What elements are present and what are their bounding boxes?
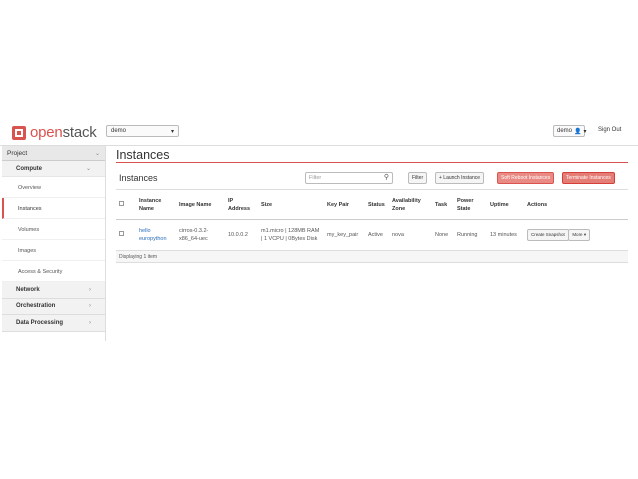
status-cell: Active (365, 219, 389, 251)
select-all-header (116, 189, 136, 220)
column-header[interactable]: IP Address (225, 189, 258, 220)
sidebar-compute-header[interactable]: Compute ⌄ (2, 161, 105, 177)
sidebar-section-label: Network (16, 286, 40, 293)
instance-name-link[interactable]: hello europython (139, 228, 167, 242)
sidebar-compute-label: Compute (16, 165, 42, 172)
openstack-logo[interactable]: openstack (12, 124, 97, 141)
filter-placeholder: Filter (309, 175, 322, 181)
sidebar-section-label: Data Processing (16, 319, 64, 326)
size-cell: m1.micro | 128MB RAM | 1 VCPU | 0Bytes D… (258, 219, 324, 251)
select-all-checkbox[interactable] (119, 200, 124, 206)
user-menu-label: demo (557, 128, 573, 134)
chevron-right-icon: › (89, 303, 91, 310)
project-selector[interactable]: demo ▾ (106, 125, 179, 137)
column-header[interactable]: Task (432, 189, 454, 220)
row-checkbox[interactable] (119, 231, 124, 236)
uptime-cell: 13 minutes (487, 219, 524, 251)
sidebar-item-access-security[interactable]: Access & Security (2, 261, 105, 282)
column-header: Actions (524, 189, 628, 220)
chevron-down-icon: ▾ (170, 128, 174, 135)
chevron-right-icon: › (89, 286, 91, 293)
openstack-logo-icon (12, 125, 26, 140)
sidebar-item-volumes[interactable]: Volumes (2, 219, 105, 240)
task-cell: None (432, 219, 454, 251)
project-selector-label: demo (111, 128, 127, 134)
sidebar-project-label: Project (7, 149, 28, 157)
sign-out-link[interactable]: Sign Out (598, 127, 621, 133)
main-content: Instances Instances Filter ⚲ Filter + La… (116, 146, 628, 263)
availability-zone-cell: nova (389, 219, 432, 251)
column-header[interactable]: Availability Zone (389, 189, 432, 220)
sidebar-item-overview[interactable]: Overview (2, 177, 105, 198)
image-name-cell: cirros-0.3.2-x86_64-uec (176, 219, 225, 251)
table-header-row: Instance Name Image Name IP Address Size… (116, 189, 628, 220)
key-pair-cell: my_key_pair (324, 219, 365, 251)
power-state-cell: Running (454, 219, 487, 251)
column-header[interactable]: Image Name (176, 189, 225, 220)
more-actions-label: More (572, 232, 583, 237)
user-menu[interactable]: demo 👤 ▾ (553, 125, 587, 137)
table-row: hello europython cirros-0.3.2-x86_64-uec… (116, 219, 628, 251)
column-header[interactable]: Instance Name (136, 189, 176, 220)
chevron-down-icon: ▾ (583, 232, 587, 237)
terminate-instances-button[interactable]: Terminate Instances (562, 172, 615, 184)
sidebar-section-label: Orchestration (16, 303, 56, 310)
chevron-down-icon: ▾ (583, 128, 587, 135)
top-navbar: openstack demo ▾ demo 👤 ▾ Sign Out (0, 118, 638, 146)
filter-button[interactable]: Filter (408, 172, 428, 184)
soft-reboot-instances-button[interactable]: Soft Reboot Instances (497, 172, 555, 184)
column-header[interactable]: Key Pair (324, 189, 365, 220)
table-footer: Displaying 1 item (116, 251, 628, 263)
column-header[interactable]: Status (365, 189, 389, 220)
column-header[interactable]: Size (258, 189, 324, 220)
column-header[interactable]: Power State (454, 189, 487, 220)
chevron-down-icon: ⌄ (94, 150, 100, 157)
create-snapshot-button[interactable]: Create Snapshot (527, 229, 569, 241)
table-toolbar: Instances Filter ⚲ Filter + Launch Insta… (116, 168, 628, 188)
page-title: Instances (116, 146, 628, 163)
sidebar-section-network[interactable]: Network › (2, 282, 105, 299)
column-header[interactable]: Uptime (487, 189, 524, 220)
ip-address-cell: 10.0.0.2 (225, 219, 258, 251)
actions-cell: Create Snapshot More ▾ (524, 219, 628, 251)
sidebar: Project ⌄ Compute ⌄ Overview Instances V… (2, 146, 106, 341)
user-icon: 👤 (574, 128, 582, 135)
launch-instance-button[interactable]: + Launch Instance (435, 172, 485, 184)
more-actions-dropdown[interactable]: More ▾ (568, 229, 591, 241)
table-title: Instances (119, 173, 158, 183)
filter-input[interactable]: Filter ⚲ (305, 172, 393, 184)
brand-suffix: stack (62, 124, 97, 141)
instances-table: Instance Name Image Name IP Address Size… (116, 189, 628, 251)
chevron-right-icon: › (89, 319, 91, 326)
sidebar-item-images[interactable]: Images (2, 240, 105, 261)
sidebar-item-instances[interactable]: Instances (2, 198, 105, 219)
sidebar-section-data-processing[interactable]: Data Processing › (2, 315, 105, 332)
brand-prefix: open (30, 124, 63, 141)
sidebar-project-header[interactable]: Project ⌄ (2, 146, 105, 161)
search-icon: ⚲ (383, 174, 389, 181)
sidebar-section-orchestration[interactable]: Orchestration › (2, 298, 105, 315)
chevron-down-icon: ⌄ (85, 166, 91, 172)
